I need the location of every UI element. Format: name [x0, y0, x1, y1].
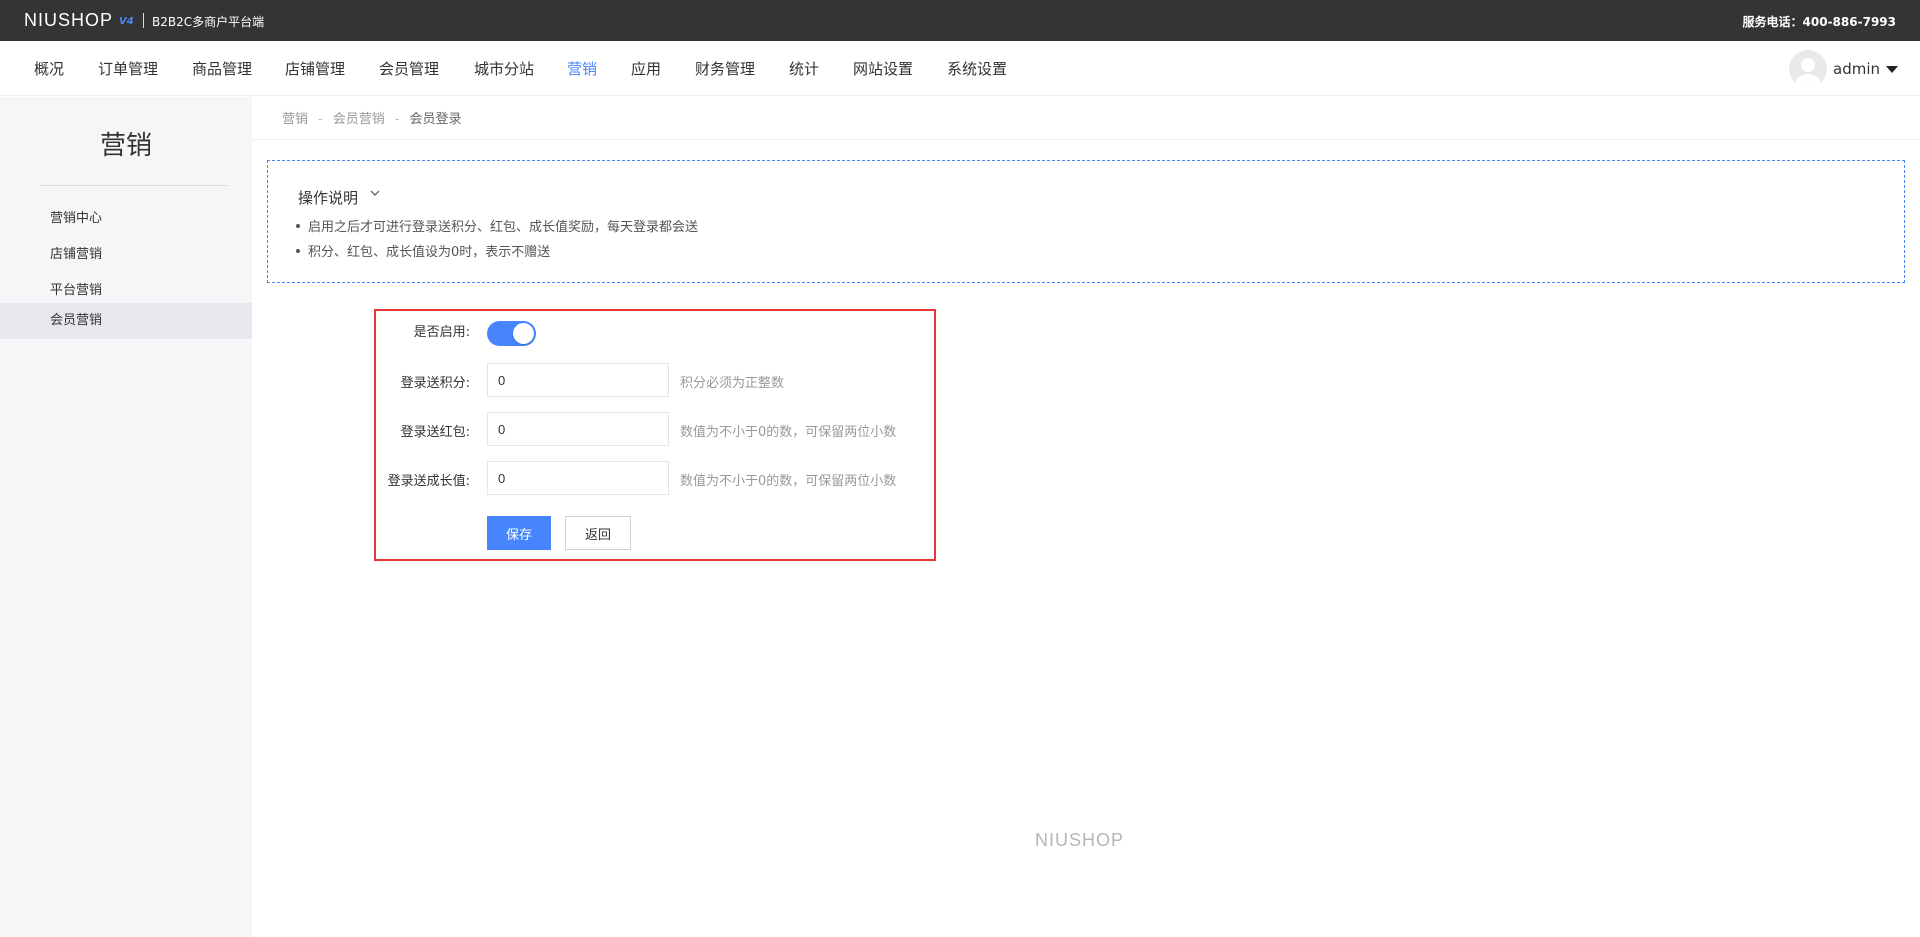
sidebar-item-marketing-center[interactable]: 营销中心	[0, 201, 252, 237]
instructions-item: 积分、红包、成长值设为0时，表示不赠送	[295, 241, 550, 260]
login-growth-label: 登录送成长值:	[387, 474, 470, 489]
breadcrumb-separator: -	[394, 112, 400, 127]
breadcrumb-item-member-marketing[interactable]: 会员营销	[333, 112, 385, 127]
nav-item-system-settings[interactable]: 系统设置	[947, 58, 1007, 79]
brand-logo[interactable]: NIUSHOP	[24, 10, 113, 31]
sidebar-title: 营销	[99, 131, 152, 161]
enable-toggle[interactable]	[487, 321, 536, 346]
toggle-knob	[513, 323, 534, 344]
nav-item-statistics[interactable]: 统计	[789, 58, 819, 79]
breadcrumb-divider	[252, 139, 1920, 140]
login-points-label: 登录送积分:	[400, 376, 470, 391]
nav-item-site-settings[interactable]: 网站设置	[853, 58, 913, 79]
instructions-title[interactable]: 操作说明	[298, 187, 358, 208]
user-name: admin	[1833, 60, 1880, 78]
login-points-input[interactable]	[487, 363, 669, 397]
nav-item-members[interactable]: 会员管理	[379, 58, 439, 79]
nav-item-orders[interactable]: 订单管理	[98, 58, 158, 79]
enable-label: 是否启用:	[413, 325, 470, 340]
login-redpacket-label: 登录送红包:	[400, 425, 470, 440]
breadcrumb-item-marketing[interactable]: 营销	[282, 112, 308, 127]
nav-item-marketing[interactable]: 营销	[567, 58, 597, 79]
nav-item-apps[interactable]: 应用	[631, 58, 661, 79]
login-redpacket-hint: 数值为不小于0的数，可保留两位小数	[680, 425, 897, 440]
topbar-divider	[143, 13, 144, 28]
nav-item-goods[interactable]: 商品管理	[192, 58, 252, 79]
breadcrumb-item-member-login: 会员登录	[409, 112, 462, 127]
user-menu[interactable]: admin	[1789, 50, 1898, 88]
back-button[interactable]: 返回	[565, 516, 631, 550]
sidebar-item-member-marketing[interactable]: 会员营销	[0, 303, 252, 339]
login-growth-input[interactable]	[487, 461, 669, 495]
chevron-down-icon[interactable]	[369, 187, 381, 202]
instructions-panel: 操作说明 启用之后才可进行登录送积分、红包、成长值奖励，每天登录都会送 积分、红…	[267, 160, 1905, 283]
brand-version: V4	[119, 16, 134, 27]
nav-item-overview[interactable]: 概况	[34, 58, 64, 79]
footer-logo: NIUSHOP	[1035, 830, 1125, 850]
avatar	[1789, 50, 1827, 88]
caret-down-icon	[1886, 65, 1898, 73]
login-points-hint: 积分必须为正整数	[680, 376, 785, 391]
login-redpacket-input[interactable]	[487, 412, 669, 446]
login-growth-hint: 数值为不小于0的数，可保留两位小数	[680, 474, 897, 489]
top-bar: NIUSHOP V4 B2B2C多商户平台端 服务电话：400-886-7993	[0, 0, 1920, 41]
sidebar: 营销 营销中心 店铺营销 平台营销 会员营销	[0, 97, 252, 937]
instructions-item: 启用之后才可进行登录送积分、红包、成长值奖励，每天登录都会送	[295, 216, 698, 235]
platform-subtitle: B2B2C多商户平台端	[152, 15, 265, 29]
nav-item-finance[interactable]: 财务管理	[695, 58, 755, 79]
main-nav: 概况 订单管理 商品管理 店铺管理 会员管理 城市分站 营销 应用 财务管理 统…	[0, 41, 1920, 96]
service-phone: 服务电话：400-886-7993	[1742, 15, 1896, 29]
sidebar-divider	[40, 185, 228, 186]
breadcrumb-separator: -	[318, 112, 323, 127]
nav-item-shops[interactable]: 店铺管理	[285, 58, 345, 79]
sidebar-item-shop-marketing[interactable]: 店铺营销	[0, 237, 252, 273]
nav-item-city-sites[interactable]: 城市分站	[474, 58, 534, 79]
breadcrumb: 营销 - 会员营销 - 会员登录	[282, 108, 461, 127]
save-button[interactable]: 保存	[487, 516, 551, 550]
